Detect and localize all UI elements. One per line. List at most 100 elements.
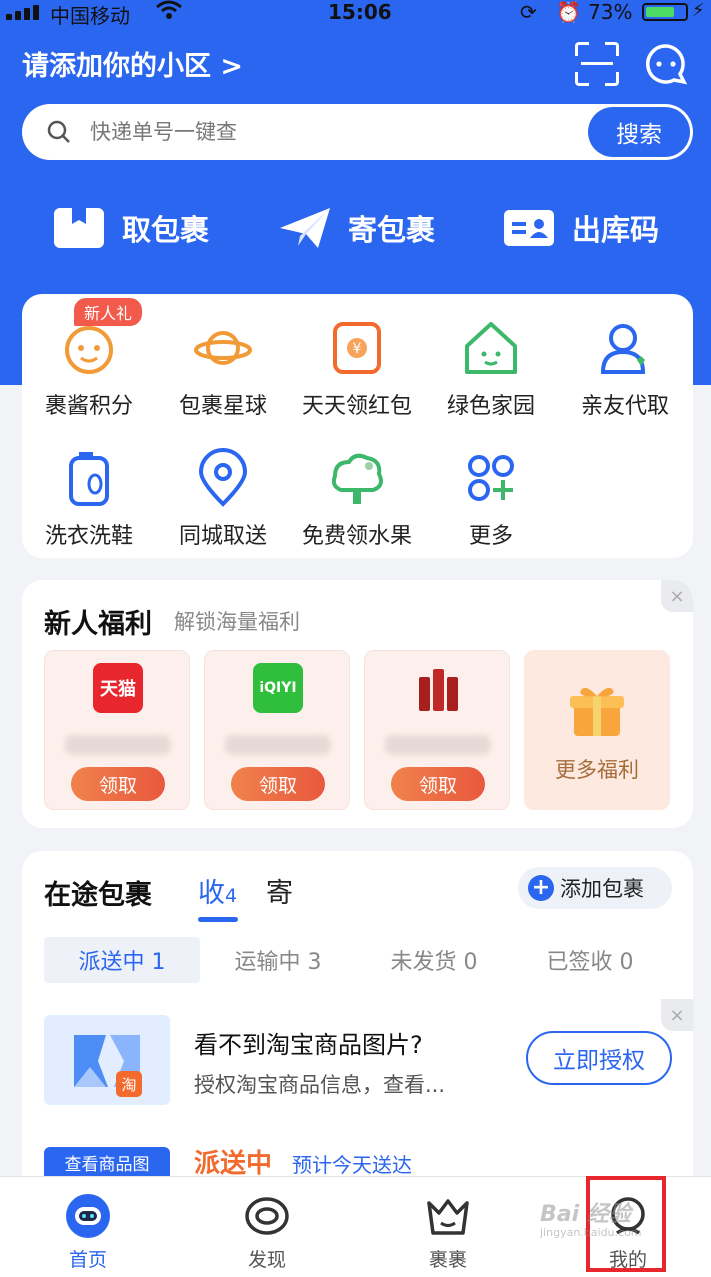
- id-card-icon: [502, 206, 556, 250]
- grid-plus-icon: [461, 448, 521, 508]
- tmall-logo-icon: 天猫: [93, 663, 143, 713]
- blurred-text: [385, 735, 491, 755]
- grid-item-label: 天天领红包: [301, 394, 412, 419]
- tab-receive[interactable]: 收4: [198, 871, 237, 910]
- add-community-button[interactable]: 请添加你的小区 >: [22, 44, 243, 83]
- tab-guoguo[interactable]: 裹裹: [398, 1177, 498, 1277]
- authorize-now-button[interactable]: 立即授权: [526, 1031, 672, 1085]
- auth-description: 授权淘宝商品信息，查看...: [194, 1073, 446, 1097]
- grid-item-red-envelope[interactable]: ¥ 天天领红包: [290, 318, 424, 420]
- search-button[interactable]: 搜索: [588, 107, 690, 157]
- baidu-watermark: Bai 经验: [540, 1202, 631, 1227]
- view-goods-image-tag[interactable]: 查看商品图: [44, 1147, 170, 1177]
- blurred-text: [65, 735, 171, 755]
- new-user-badge: 新人礼: [74, 298, 143, 326]
- grid-item-green-home[interactable]: 绿色家园: [424, 318, 558, 420]
- welfare-tile-tmall[interactable]: 天猫 领取: [44, 650, 190, 810]
- package-icon: [52, 206, 106, 250]
- service-grid-card: 裹酱积分 新人礼 包裹星球 ¥ 天天领红包 绿色家园 亲友代取 洗衣洗鞋 同城取…: [22, 294, 693, 558]
- crown-box-icon: [425, 1193, 471, 1239]
- tab-label: 首页: [68, 1249, 107, 1271]
- eye-icon: [244, 1193, 290, 1239]
- taobao-image-icon: 淘: [44, 1015, 170, 1105]
- location-pin-icon: [193, 448, 253, 508]
- send-package-button[interactable]: 寄包裹: [278, 198, 435, 258]
- close-icon[interactable]: ×: [661, 580, 693, 612]
- search-icon: [46, 119, 72, 149]
- pickup-package-button[interactable]: 取包裹: [52, 198, 209, 258]
- blurred-text: [225, 735, 331, 755]
- claim-button[interactable]: 领取: [231, 767, 325, 801]
- chat-bubble-icon[interactable]: [644, 42, 688, 86]
- signal-icon: [6, 4, 42, 20]
- quick-action-label: 寄包裹: [348, 213, 436, 247]
- tab-discover[interactable]: 发现: [217, 1177, 317, 1277]
- close-icon[interactable]: ×: [661, 999, 693, 1031]
- battery-icon: [642, 3, 688, 21]
- auth-title: 看不到淘宝商品图片?: [194, 1031, 423, 1059]
- grid-item-label: 更多: [468, 524, 513, 549]
- dispatch-status: 派送中: [194, 1149, 273, 1179]
- grid-item-city-delivery[interactable]: 同城取送: [156, 448, 290, 550]
- rotation-lock-icon: ⟳: [520, 0, 537, 24]
- taobao-badge: 淘: [121, 1076, 136, 1094]
- delivery-eta: 预计今天送达: [292, 1153, 412, 1177]
- packages-title: 在途包裹: [44, 880, 152, 911]
- active-tab-indicator: [198, 917, 238, 922]
- fruit-tree-icon: [327, 448, 387, 508]
- tab-home[interactable]: 首页: [38, 1177, 138, 1277]
- status-tab-not-shipped[interactable]: 未发货 0: [356, 937, 512, 983]
- laundry-bottle-icon: [59, 448, 119, 508]
- grid-item-label: 绿色家园: [446, 394, 535, 419]
- red-envelope-icon: ¥: [327, 318, 387, 378]
- more-welfare-tile[interactable]: 更多福利: [524, 650, 670, 810]
- grid-item-planet[interactable]: 包裹星球: [156, 318, 290, 420]
- alarm-icon: ⏰: [556, 0, 581, 24]
- grid-item-label: 亲友代取: [580, 394, 669, 419]
- grid-item-proxy-pickup[interactable]: 亲友代取: [558, 318, 692, 420]
- grid-item-label: 免费领水果: [301, 524, 412, 549]
- svg-text:¥: ¥: [353, 341, 362, 357]
- person-heart-icon: [595, 318, 655, 378]
- tab-label: 发现: [247, 1249, 286, 1271]
- tab-send[interactable]: 寄: [266, 871, 293, 910]
- planet-icon: [193, 318, 253, 378]
- outbound-code-button[interactable]: 出库码: [502, 198, 659, 258]
- tab-label: 裹裹: [428, 1249, 467, 1271]
- grid-item-more[interactable]: 更多: [424, 448, 558, 550]
- welfare-tile-cosmetics[interactable]: 领取: [364, 650, 510, 810]
- grid-item-points[interactable]: 裹酱积分: [22, 318, 156, 420]
- quick-action-label: 取包裹: [122, 213, 210, 247]
- search-input[interactable]: [90, 114, 570, 150]
- grid-item-label: 同城取送: [178, 524, 267, 549]
- tab-receive-label: 收: [198, 878, 225, 909]
- welfare-subtitle: 解锁海量福利: [174, 610, 300, 634]
- grid-item-label: 包裹星球: [178, 394, 267, 419]
- search-bar: 搜索: [22, 104, 693, 160]
- iqiyi-logo-icon: iQIYI: [253, 663, 303, 713]
- status-tab-delivering[interactable]: 派送中 1: [44, 937, 200, 983]
- scan-icon[interactable]: [575, 42, 619, 86]
- plus-icon: +: [528, 875, 554, 901]
- claim-button[interactable]: 领取: [71, 767, 165, 801]
- status-bar: 中国移动 15:06 ⟳ ⏰ 73% ⚡: [0, 0, 711, 28]
- paper-plane-icon: [278, 206, 332, 250]
- wifi-icon: [155, 0, 183, 25]
- status-tab-in-transit[interactable]: 运输中 3: [200, 937, 356, 983]
- add-package-label: 添加包裹: [560, 877, 644, 901]
- more-welfare-label: 更多福利: [555, 758, 639, 782]
- clock: 15:06: [328, 0, 392, 24]
- grid-item-laundry[interactable]: 洗衣洗鞋: [22, 448, 156, 550]
- claim-button[interactable]: 领取: [391, 767, 485, 801]
- quick-action-label: 出库码: [572, 213, 660, 247]
- baidu-watermark-url: jingyan.baidu.com: [540, 1226, 642, 1239]
- grid-item-free-fruit[interactable]: 免费领水果: [290, 448, 424, 550]
- green-house-icon: [461, 318, 521, 378]
- status-tab-signed[interactable]: 已签收 0: [512, 937, 668, 983]
- grid-item-label: 洗衣洗鞋: [44, 524, 133, 549]
- new-user-welfare-card: 新人福利 解锁海量福利 × 天猫 领取 iQIYI 领取 领取 更多福利: [22, 580, 693, 828]
- grid-item-label: 裹酱积分: [44, 394, 133, 419]
- add-package-button[interactable]: + 添加包裹: [518, 867, 672, 909]
- welfare-title: 新人福利: [44, 609, 152, 640]
- welfare-tile-iqiyi[interactable]: iQIYI 领取: [204, 650, 350, 810]
